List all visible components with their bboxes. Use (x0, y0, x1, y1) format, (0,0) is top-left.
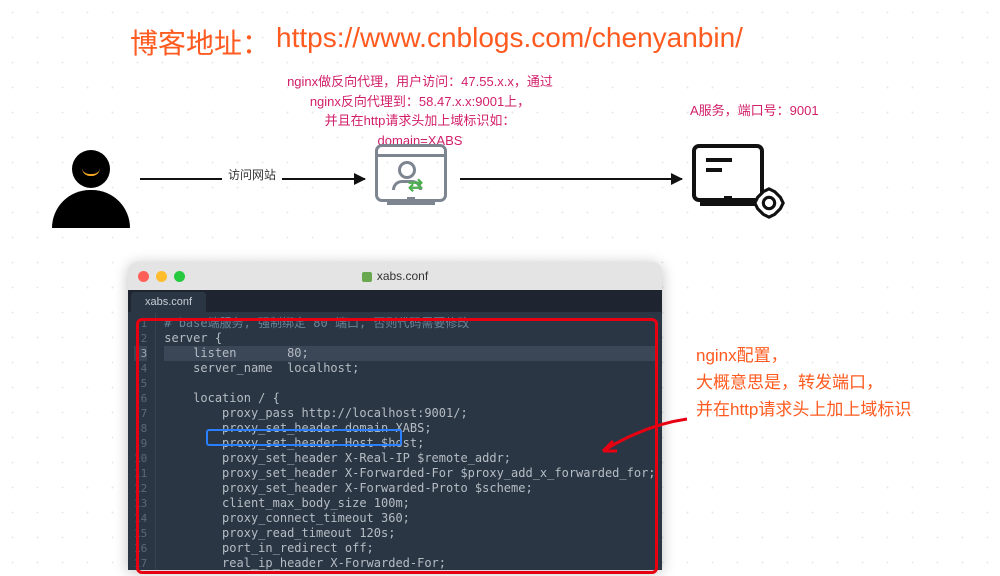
service-description: A服务，端口号：9001 (690, 100, 819, 119)
blog-title: 博客地址： https://www.cnblogs.com/chenyanbin… (130, 22, 743, 62)
blog-label: 博客地址： (130, 22, 270, 62)
blog-url: https://www.cnblogs.com/chenyanbin/ (276, 22, 743, 62)
arrow-nginx-to-service (460, 178, 682, 180)
editor-tab[interactable]: xabs.conf (131, 292, 206, 312)
user-body (52, 190, 130, 228)
arrow-user-to-nginx: 访问网站 (140, 178, 365, 180)
code-lines: # base端服务, 强制绑定 80 端口, 否则代码需要修改server { … (156, 312, 662, 570)
gear-icon (752, 186, 786, 220)
nginx-description: nginx做反向代理，用户访问：47.55.x.x，通过 nginx反向代理到：… (260, 72, 580, 150)
window-titlebar: xabs.conf (128, 262, 662, 290)
config-annotation: nginx配置， 大概意思是，转发端口， 并在http请求头上加上域标识 (696, 342, 911, 424)
user-icon (52, 150, 130, 228)
arrow1-label: 访问网站 (222, 166, 282, 183)
code-editor-window: xabs.conf xabs.conf 12345678910111213141… (128, 262, 662, 570)
window-close-icon[interactable] (138, 271, 149, 282)
swap-icon: ⇄ (408, 175, 423, 196)
line-gutter: 123456789101112131415161718 (128, 312, 156, 570)
editor-tabbar: xabs.conf (128, 290, 662, 312)
code-area[interactable]: 123456789101112131415161718 # base端服务, 强… (128, 312, 662, 570)
window-filename: xabs.conf (128, 269, 662, 283)
window-zoom-icon[interactable] (174, 271, 185, 282)
window-minimize-icon[interactable] (156, 271, 167, 282)
annotation-arrow (595, 417, 690, 457)
nginx-proxy-icon: ⇄ (375, 144, 447, 202)
user-head (72, 150, 110, 188)
